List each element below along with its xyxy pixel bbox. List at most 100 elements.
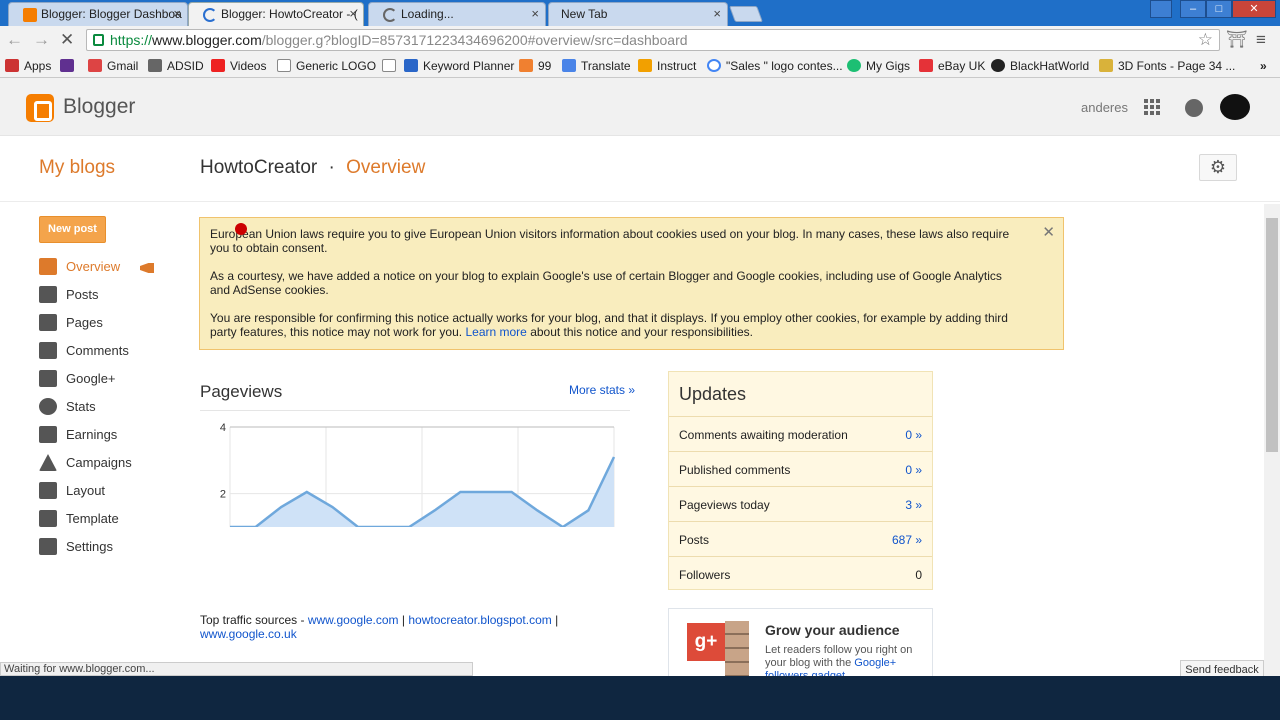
url-scheme: https:// [110, 32, 153, 48]
update-row-pageviews-today[interactable]: Pageviews today 3 » [669, 486, 932, 521]
bookmark-ebay-uk[interactable]: eBay UK [919, 59, 985, 73]
update-row-posts[interactable]: Posts 687 » [669, 521, 932, 556]
comment-icon [39, 342, 57, 359]
my-blogs-link[interactable]: My blogs [39, 157, 115, 179]
traffic-source-link[interactable]: www.google.co.uk [200, 627, 297, 641]
megaphone-icon [140, 263, 154, 273]
bookmark-99[interactable]: 99 [519, 59, 551, 73]
send-feedback-button[interactable]: Send feedback [1180, 660, 1264, 676]
bookmark-gmail[interactable]: Gmail [88, 59, 138, 73]
instructables-icon [638, 59, 652, 72]
notifications-bell-icon[interactable] [1185, 99, 1203, 117]
bookmark-star-icon[interactable]: ☆ [1198, 30, 1213, 50]
grow-audience-title: Grow your audience [765, 622, 900, 638]
avatar[interactable] [1220, 94, 1250, 120]
close-icon[interactable]: ✕ [1042, 223, 1055, 241]
update-row-comments-awaiting[interactable]: Comments awaiting moderation 0 » [669, 416, 932, 451]
home-icon [39, 258, 57, 275]
traffic-source-link[interactable]: www.google.com [308, 613, 399, 627]
tab-loading[interactable]: Loading... × [368, 2, 546, 26]
blog-name[interactable]: HowtoCreator [200, 157, 317, 178]
tab-new-tab[interactable]: New Tab × [548, 2, 728, 26]
blogger-logo-icon[interactable] [26, 94, 54, 122]
new-post-button[interactable]: New post [39, 216, 106, 243]
forward-arrow-icon[interactable]: → [33, 30, 50, 50]
y-tick-label: 4 [220, 422, 226, 434]
user-profile-button[interactable] [1150, 0, 1172, 18]
bookmark-my-gigs[interactable]: My Gigs [847, 59, 910, 73]
bookmark-sales-logo[interactable]: "Sales " logo contes... [707, 59, 843, 73]
fonts-icon [1099, 59, 1113, 72]
cookie-notice-paragraph: You are responsible for confirming this … [210, 311, 1008, 339]
more-stats-link[interactable]: More stats » [569, 383, 635, 397]
tab-close-icon[interactable]: × [349, 6, 357, 21]
bookmark-translate[interactable]: Translate [562, 59, 631, 73]
bookmark-apps[interactable]: Apps [5, 59, 51, 73]
bookmarks-overflow-icon[interactable]: » [1260, 59, 1267, 73]
cookie-notice: European Union laws require you to give … [199, 217, 1064, 350]
traffic-source-link[interactable]: howtocreator.blogspot.com [408, 613, 551, 627]
loading-spinner-icon [383, 8, 397, 22]
username[interactable]: anderes [1081, 100, 1128, 115]
tab-title: Loading... [401, 7, 454, 21]
update-count[interactable]: 3 » [905, 498, 922, 512]
browser-window: Blogger: Blogger Dashboa × Blogger: Howt… [0, 0, 1280, 676]
update-row-published-comments[interactable]: Published comments 0 » [669, 451, 932, 486]
new-tab-button[interactable] [729, 6, 763, 22]
tag-icon [148, 59, 162, 72]
apps-grid-icon[interactable] [1144, 99, 1160, 115]
browser-toolbar: ← → ✕ https://www.blogger.com/blogger.g?… [0, 26, 1280, 54]
mouse-cursor-icon [235, 223, 247, 235]
back-arrow-icon[interactable]: ← [6, 30, 23, 50]
updates-title: Updates [679, 384, 747, 404]
bookmark-generic-logo[interactable]: Generic LOGO [277, 59, 376, 73]
tab-close-icon[interactable]: × [173, 6, 181, 21]
gear-icon[interactable]: ⚙ [1199, 154, 1237, 181]
stop-icon[interactable]: ✕ [60, 30, 74, 50]
posts-icon [39, 286, 57, 303]
tab-close-icon[interactable]: × [713, 6, 721, 21]
tab-blogger-howtocreator[interactable]: Blogger: HowtoCreator - ( × [188, 2, 364, 26]
address-bar[interactable]: https://www.blogger.com/blogger.g?blogID… [86, 29, 1220, 51]
learn-more-link[interactable]: Learn more [465, 325, 526, 339]
bookmark-adsid[interactable]: ADSID [148, 59, 204, 73]
breadcrumb-separator: · [328, 157, 335, 178]
window-close-button[interactable]: ✕ [1232, 0, 1276, 18]
scrollbar-thumb[interactable] [1266, 218, 1278, 452]
layout-icon [39, 482, 57, 499]
bookmark-keyword-planner[interactable]: Keyword Planner [404, 59, 514, 73]
follower-faces-image [725, 621, 749, 676]
fiverr-icon [847, 59, 861, 72]
bookmark-videos[interactable]: Videos [211, 59, 266, 73]
blogger-logo-text[interactable]: Blogger [63, 95, 135, 119]
menu-icon[interactable]: ≡ [1256, 30, 1266, 50]
restore-button[interactable]: □ [1206, 0, 1232, 18]
update-count: 0 [915, 568, 922, 582]
update-count[interactable]: 0 » [905, 463, 922, 477]
bookmark-instruct[interactable]: Instruct [638, 59, 696, 73]
tab-blogger-dashboard[interactable]: Blogger: Blogger Dashboa × [8, 2, 188, 26]
divider [200, 410, 630, 411]
update-count[interactable]: 0 » [905, 428, 922, 442]
tab-strip: Blogger: Blogger Dashboa × Blogger: Howt… [0, 0, 1280, 26]
top-traffic-sources: Top traffic sources - www.google.com | h… [200, 613, 559, 641]
scrollbar[interactable] [1264, 204, 1280, 676]
tab-title: Blogger: Blogger Dashboa [41, 7, 182, 21]
divider [0, 201, 1280, 202]
minimize-button[interactable]: – [1180, 0, 1206, 18]
pageviews-chart: 24 [200, 422, 630, 530]
youtube-icon [211, 59, 225, 72]
99designs-icon [519, 59, 533, 72]
blogger-favicon-icon [23, 8, 37, 22]
bookmark-blackhatworld[interactable]: BlackHatWorld [991, 59, 1089, 73]
bookmark-blank-page[interactable] [382, 59, 401, 73]
update-row-followers: Followers 0 [669, 556, 932, 591]
template-icon [39, 510, 57, 527]
url-path: /blogger.g?blogID=8573171223434696200#ov… [261, 32, 688, 48]
tab-close-icon[interactable]: × [531, 6, 539, 21]
lock-icon [93, 34, 104, 46]
update-count[interactable]: 687 » [892, 533, 922, 547]
bookmark-3d-fonts[interactable]: 3D Fonts - Page 34 ... [1099, 59, 1235, 73]
bookmark-gmail-inbox[interactable] [60, 59, 79, 73]
shield-extension-icon[interactable]: ⛩ [1226, 30, 1248, 50]
